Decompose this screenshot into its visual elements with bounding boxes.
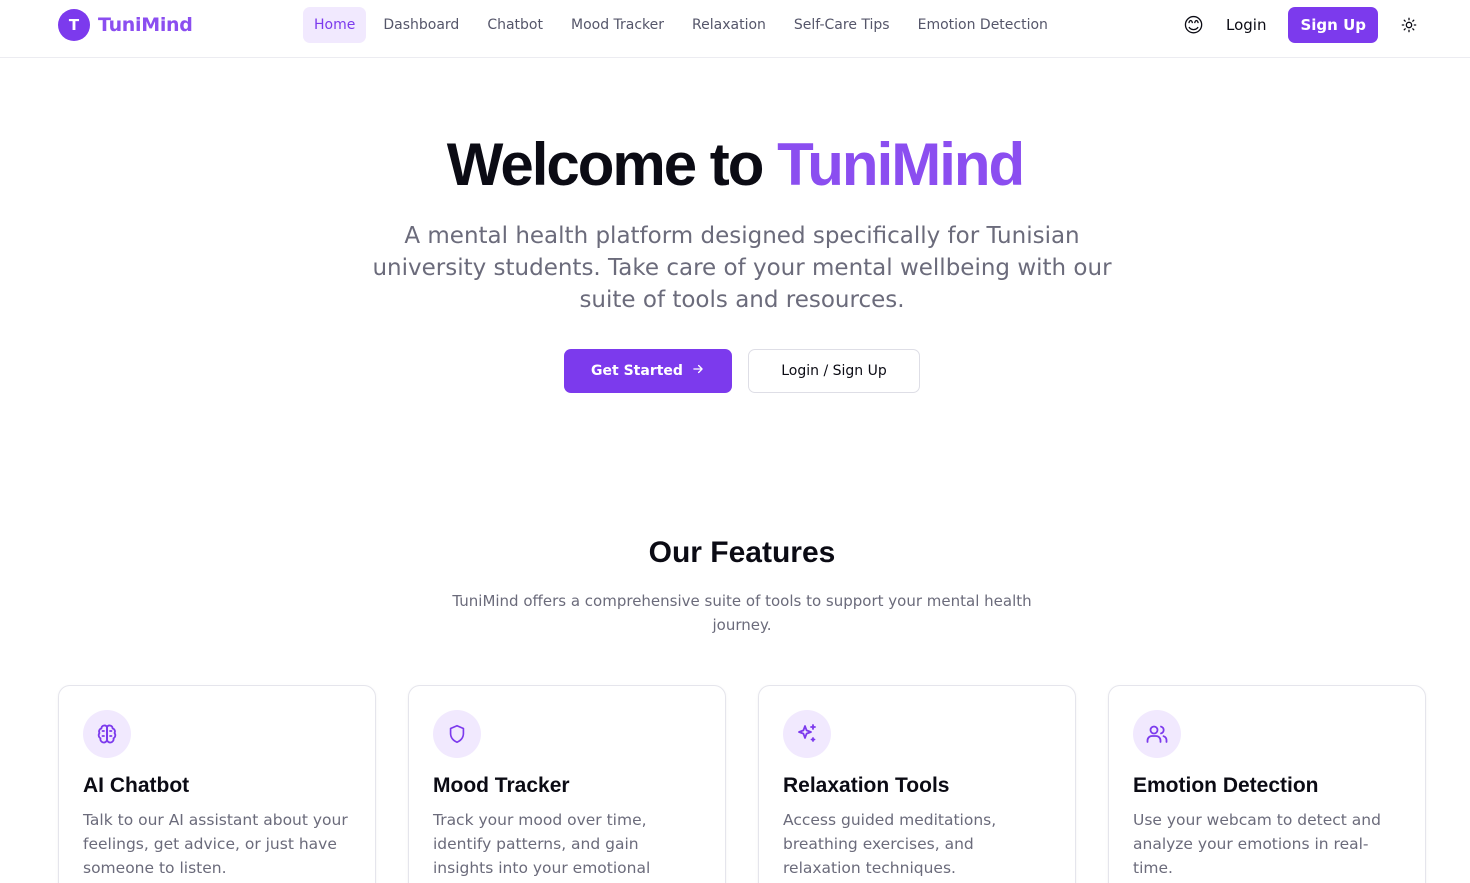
shield-icon bbox=[433, 710, 481, 758]
feature-cards: AI Chatbot Talk to our AI assistant abou… bbox=[58, 685, 1426, 883]
hero-subtitle: A mental health platform designed specif… bbox=[372, 223, 1112, 313]
features-subtitle: TuniMind offers a comprehensive suite of… bbox=[452, 592, 1032, 634]
nav-item-emotion-detection[interactable]: Emotion Detection bbox=[907, 7, 1059, 43]
hero-title-accent: TuniMind bbox=[777, 131, 1025, 198]
brand-logo-mark: T bbox=[58, 9, 90, 41]
feature-card-title: Emotion Detection bbox=[1133, 774, 1319, 797]
hero-title: Welcome to TuniMind bbox=[0, 130, 1470, 199]
brain-icon bbox=[83, 710, 131, 758]
feature-card-mood-tracker[interactable]: Mood Tracker Track your mood over time, … bbox=[408, 685, 726, 883]
feature-card-title: Mood Tracker bbox=[433, 774, 570, 797]
sun-icon[interactable] bbox=[1400, 16, 1418, 34]
sparkles-icon bbox=[783, 710, 831, 758]
feature-card-text: Access guided meditations, breathing exe… bbox=[783, 811, 997, 877]
get-started-button[interactable]: Get Started bbox=[564, 349, 732, 393]
feature-card-text: Talk to our AI assistant about your feel… bbox=[83, 811, 348, 877]
hero-title-prefix: Welcome to bbox=[446, 131, 778, 198]
get-started-label: Get Started bbox=[591, 363, 683, 379]
feature-card-emotion-detection[interactable]: Emotion Detection Use your webcam to det… bbox=[1108, 685, 1426, 883]
hero-actions: Get Started Login / Sign Up bbox=[0, 349, 1470, 393]
feature-card-title: AI Chatbot bbox=[83, 774, 190, 797]
login-link[interactable]: Login bbox=[1226, 16, 1266, 34]
login-signup-button[interactable]: Login / Sign Up bbox=[748, 349, 920, 393]
feature-card-text: Use your webcam to detect and analyze yo… bbox=[1133, 811, 1381, 877]
nav-item-home[interactable]: Home bbox=[303, 7, 367, 43]
brand-name: TuniMind bbox=[98, 14, 193, 36]
feature-card-ai-chatbot[interactable]: AI Chatbot Talk to our AI assistant abou… bbox=[58, 685, 376, 883]
signup-button[interactable]: Sign Up bbox=[1288, 7, 1378, 43]
users-icon bbox=[1133, 710, 1181, 758]
features-title: Our Features bbox=[648, 536, 836, 569]
main-nav: Home Dashboard Chatbot Mood Tracker Rela… bbox=[303, 7, 1065, 43]
nav-item-self-care-tips[interactable]: Self-Care Tips bbox=[783, 7, 901, 43]
nav-item-mood-tracker[interactable]: Mood Tracker bbox=[560, 7, 675, 43]
feature-card-relaxation-tools[interactable]: Relaxation Tools Access guided meditatio… bbox=[758, 685, 1076, 883]
feature-card-text: Track your mood over time, identify patt… bbox=[433, 811, 651, 877]
header-actions: 😊 Login Sign Up bbox=[1183, 7, 1418, 43]
nav-item-dashboard[interactable]: Dashboard bbox=[372, 7, 470, 43]
smiley-mood-icon[interactable]: 😊 bbox=[1183, 15, 1204, 35]
nav-item-chatbot[interactable]: Chatbot bbox=[476, 7, 554, 43]
feature-card-title: Relaxation Tools bbox=[783, 774, 950, 797]
nav-item-relaxation[interactable]: Relaxation bbox=[681, 7, 777, 43]
brand-logo-link[interactable]: T TuniMind bbox=[58, 9, 193, 41]
arrow-right-icon bbox=[691, 362, 705, 380]
top-navbar: T TuniMind Home Dashboard Chatbot Mood T… bbox=[0, 0, 1470, 58]
